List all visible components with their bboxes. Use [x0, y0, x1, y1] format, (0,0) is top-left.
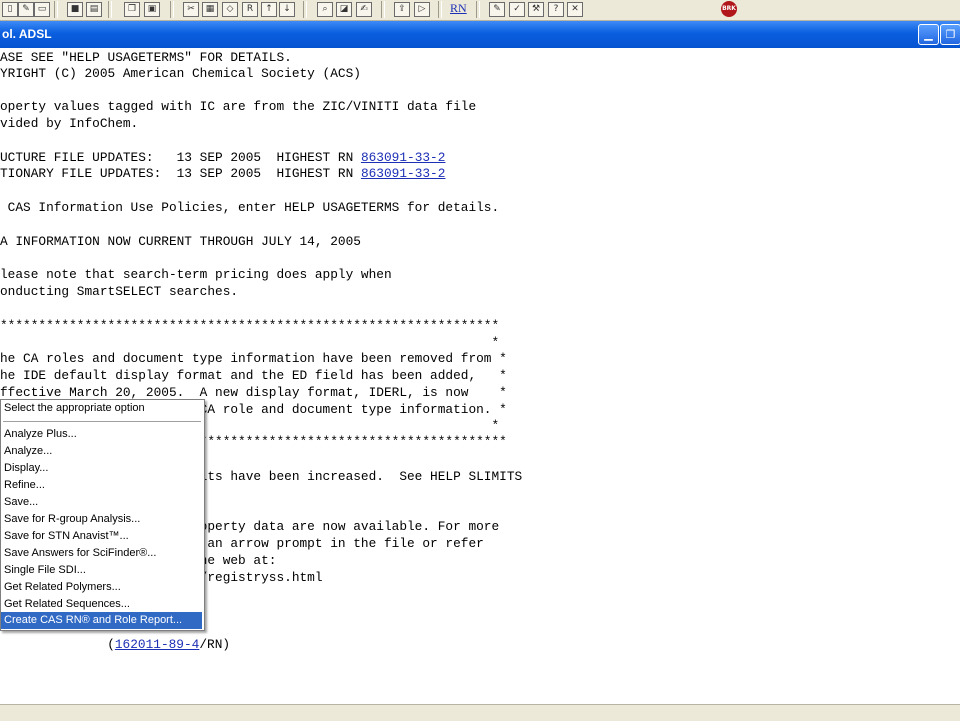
image-icon[interactable]: ◪ [336, 2, 352, 17]
highest-rn-link[interactable]: 863091-33-2 [361, 150, 445, 165]
window-title-bar: ol. ADSL ▁ ❐ [0, 21, 960, 48]
toolbar-separator [170, 1, 174, 18]
save-disk-icon[interactable]: ■ [67, 2, 83, 17]
export-icon[interactable]: ⇪ [394, 2, 410, 17]
toolbar-separator [108, 1, 112, 18]
output-line: onducting SmartSELECT searches. [0, 284, 239, 299]
output-line: TIONARY FILE UPDATES: 13 SEP 2005 HIGHES… [0, 166, 445, 182]
output-line-text: UCTURE FILE UPDATES: 13 SEP 2005 HIGHEST… [0, 150, 361, 165]
menu-item-analyze[interactable]: Analyze... [1, 443, 202, 460]
paste-icon[interactable]: ▣ [144, 2, 160, 17]
output-line: UCTURE FILE UPDATES: 13 SEP 2005 HIGHEST… [0, 150, 445, 166]
check-icon[interactable]: ✓ [509, 2, 525, 17]
toolbar: ▯ ✎ ▭ ■ ▤ ❐ ▣ ✂ ▦ ◇ R ↑ ↓ ⌕ ◪ ✍ ⇪ ▷ RN ✎… [0, 0, 960, 21]
output-line: operty values tagged with IC are from th… [0, 99, 477, 114]
print-icon[interactable]: ▤ [86, 2, 102, 17]
table-icon[interactable]: ▦ [202, 2, 218, 17]
menu-item-analyze-plus[interactable]: Analyze Plus... [1, 426, 202, 443]
structure-icon[interactable]: R [242, 2, 258, 17]
diamond-icon[interactable]: ◇ [222, 2, 238, 17]
toolbar-separator [438, 1, 442, 18]
question-book-icon[interactable]: ✕ [567, 2, 583, 17]
output-line: he IDE default display format and the ED… [0, 368, 507, 383]
tool-icon[interactable]: ⚒ [528, 2, 544, 17]
output-line: vided by InfoChem. [0, 116, 139, 131]
menu-item-save-rgroup[interactable]: Save for R-group Analysis... [1, 511, 202, 528]
draw-icon[interactable]: ✍ [356, 2, 372, 17]
menu-item-save-stn-anavist[interactable]: Save for STN Anavist™... [1, 528, 202, 545]
output-line-text: /RN) [199, 637, 231, 652]
menu-item-save[interactable]: Save... [1, 494, 202, 511]
menu-item-display[interactable]: Display... [1, 460, 202, 477]
output-line: ASE SEE "HELP USAGETERMS" FOR DETAILS. [0, 50, 292, 65]
copy-icon[interactable]: ❐ [124, 2, 140, 17]
tools-icon[interactable]: ✂ [183, 2, 199, 17]
toolbar-separator [303, 1, 307, 18]
new-file-icon[interactable]: ▯ [2, 2, 18, 17]
arrow-down-icon[interactable]: ↓ [279, 2, 295, 17]
toolbar-separator [54, 1, 58, 18]
menu-item-single-file-sdi[interactable]: Single File SDI... [1, 562, 202, 579]
status-bar [0, 704, 960, 721]
help-icon[interactable]: ? [548, 2, 564, 17]
menu-item-cas-rn-role-report[interactable]: Create CAS RN® and Role Report... [1, 612, 202, 629]
arrow-up-icon[interactable]: ↑ [261, 2, 277, 17]
output-line: YRIGHT (C) 2005 American Chemical Societ… [0, 66, 361, 81]
output-line: A INFORMATION NOW CURRENT THROUGH JULY 1… [0, 234, 361, 249]
menu-divider [3, 421, 201, 422]
context-menu: Select the appropriate option Analyze Pl… [0, 399, 205, 631]
cas-rn-link[interactable]: 162011-89-4 [115, 637, 199, 652]
output-line: lease note that search-term pricing does… [0, 267, 392, 282]
highest-rn-link[interactable]: 863091-33-2 [361, 166, 445, 181]
pencil-icon[interactable]: ✎ [489, 2, 505, 17]
menu-item-refine[interactable]: Refine... [1, 477, 202, 494]
toolbar-separator [381, 1, 385, 18]
maximize-icon[interactable]: ❐ [940, 24, 960, 45]
rn-link-button[interactable]: RN [450, 1, 467, 16]
output-line-text: TIONARY FILE UPDATES: 13 SEP 2005 HIGHES… [0, 166, 361, 181]
output-line: (162011-89-4/RN) [0, 637, 230, 653]
search-icon[interactable]: ⌕ [317, 2, 333, 17]
output-line: he CA roles and document type informatio… [0, 351, 507, 366]
edit-file-icon[interactable]: ✎ [18, 2, 34, 17]
window-title: ol. ADSL [2, 27, 52, 41]
output-line: * [0, 335, 500, 350]
menu-item-save-scifinder[interactable]: Save Answers for SciFinder®... [1, 545, 202, 562]
output-line: CAS Information Use Policies, enter HELP… [0, 200, 500, 215]
minimize-icon[interactable]: ▁ [918, 24, 939, 45]
toolbar-separator [476, 1, 480, 18]
break-icon[interactable]: BRK [721, 1, 737, 17]
menu-item-related-polymers[interactable]: Get Related Polymers... [1, 579, 202, 596]
menu-header: Select the appropriate option [4, 402, 145, 414]
play-icon[interactable]: ▷ [414, 2, 430, 17]
menu-item-related-sequences[interactable]: Get Related Sequences... [1, 596, 202, 613]
open-folder-icon[interactable]: ▭ [34, 2, 50, 17]
output-line: ****************************************… [0, 318, 500, 333]
output-line-text: ( [0, 637, 115, 652]
